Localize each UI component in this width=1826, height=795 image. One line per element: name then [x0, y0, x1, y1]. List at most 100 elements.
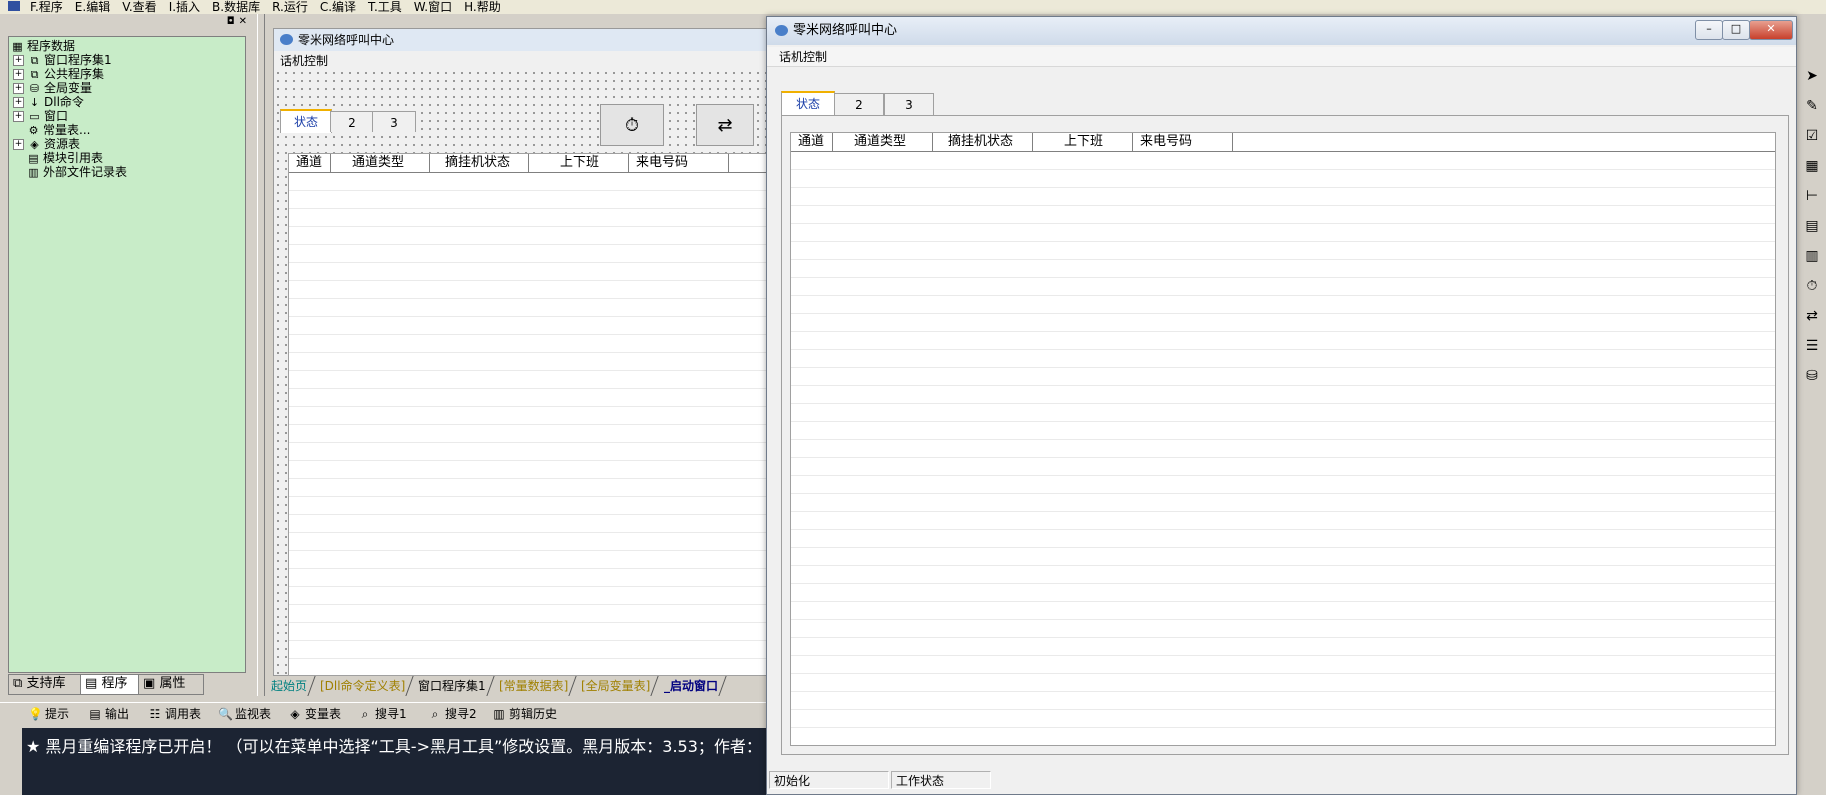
table-icon[interactable]: ▥ — [1802, 246, 1822, 266]
menu-phone-control[interactable]: 话机控制 — [779, 50, 827, 64]
col-channel-type[interactable]: 通道类型 — [331, 154, 430, 172]
design-tab-status[interactable]: 状态 — [280, 109, 332, 133]
component-toolbox: ➤ ✎ ☑ ▦ ⊢ ▤ ▥ ⏱ ⇄ ☰ ⛁ — [1795, 56, 1826, 656]
transfer-control[interactable]: ⇄ — [696, 104, 754, 146]
col-shift[interactable]: 上下班 — [529, 154, 629, 172]
output-tab[interactable]: ◈ 变量表 — [288, 703, 341, 725]
tab-page-status: 通道 通道类型 摘挂机状态 上下班 来电号码 — [781, 115, 1789, 755]
doc-tab[interactable]: [常量数据表] — [489, 676, 577, 696]
properties-icon: ▣ — [143, 676, 156, 691]
tab-program[interactable]: ▤ 程序 — [80, 674, 146, 695]
minimize-button[interactable]: – — [1695, 20, 1723, 40]
document-tabs: 起始页 [Dll命令定义表] 窗口程序集1 [常量数据表] [全局变量表] _启动窗口 — [265, 676, 770, 696]
menu-item[interactable]: T.工具 — [368, 0, 402, 14]
menu-item[interactable]: H.帮助 — [464, 0, 501, 14]
odbc-icon[interactable]: ⛁ — [1802, 366, 1822, 386]
designer-area: 零米网络呼叫中心 话机控制 状态 2 3 ⏱ ⇄ 通道 通道类型 摘挂机状态 上… — [265, 14, 772, 676]
menu-item[interactable]: E.编辑 — [75, 0, 110, 14]
design-form-menu: 话机控制 — [274, 51, 771, 71]
menu-item[interactable]: F.程序 — [30, 0, 63, 14]
checkbox-icon[interactable]: ☑ — [1802, 126, 1822, 146]
menu-item[interactable]: C.编译 — [320, 0, 356, 14]
transfer-tool-icon[interactable]: ⇄ — [1802, 306, 1822, 326]
menu-item[interactable]: R.运行 — [272, 0, 308, 14]
col-channel-type[interactable]: 通道类型 — [833, 133, 933, 151]
menu-item[interactable]: I.插入 — [169, 0, 200, 14]
tree-tool-icon[interactable]: ☰ — [1802, 336, 1822, 356]
timer-tool-icon[interactable]: ⏱ — [1802, 276, 1822, 296]
ruler-icon[interactable]: ⊢ — [1802, 186, 1822, 206]
doc-tab[interactable]: [全局变量表] — [571, 676, 660, 696]
clip-history-icon: ▥ — [493, 707, 505, 721]
col-hook-state[interactable]: 摘挂机状态 — [430, 154, 529, 172]
col-channel[interactable]: 通道 — [791, 133, 833, 151]
panel-controls[interactable]: ◘✕ — [227, 16, 251, 27]
hint-icon: 💡 — [28, 707, 43, 721]
output-message: ★ 黑月重编译程序已开启！ （可以在菜单中选择“工具->黑月工具”修改设置。黑月… — [26, 737, 762, 756]
tree-node-label: 窗口 — [44, 109, 69, 123]
col-channel[interactable]: 通道 — [289, 154, 331, 172]
output-tab[interactable]: 🔍 监视表 — [218, 703, 271, 725]
calendar-icon[interactable]: ▤ — [1802, 216, 1822, 236]
menu-items: F.程序 E.编辑 V.查看 I.插入 B.数据库 R.运行 C.编译 T.工具 W.窗口 H.帮… — [30, 0, 513, 14]
output-tab[interactable]: ⌕ 搜寻2 — [428, 703, 477, 725]
expand-icon[interactable]: + — [13, 97, 24, 108]
stopwatch-icon: ⏱ — [624, 114, 640, 136]
expand-icon[interactable]: + — [13, 111, 24, 122]
design-tab-3[interactable]: 3 — [372, 111, 416, 132]
design-form[interactable]: 零米网络呼叫中心 话机控制 状态 2 3 ⏱ ⇄ 通道 通道类型 摘挂机状态 上… — [273, 28, 772, 676]
phone-app-icon — [775, 25, 788, 36]
variable-icon: ◈ — [290, 707, 300, 721]
menu-phone-control[interactable]: 话机控制 — [280, 54, 328, 68]
tree-node-label: 外部文件记录表 — [43, 165, 128, 179]
doc-tab[interactable]: 窗口程序集1 — [408, 676, 495, 696]
output-tab[interactable]: ▤ 输出 — [88, 703, 129, 725]
app-logo-icon — [8, 1, 20, 11]
tree-node[interactable]: ▥ 外部文件记录表 — [27, 164, 127, 180]
col-caller-id[interactable]: 来电号码 — [1133, 133, 1233, 151]
search2-icon: ⌕ — [431, 707, 439, 721]
maximize-button[interactable]: □ — [1722, 20, 1750, 40]
tree-node-label: 模块引用表 — [43, 151, 104, 165]
panel-splitter[interactable] — [257, 14, 265, 696]
output-tab[interactable]: ☷ 调用表 — [148, 703, 201, 725]
output-tab[interactable]: ⌕ 搜寻1 — [358, 703, 407, 725]
doc-tab[interactable]: _启动窗口 — [654, 676, 727, 696]
tab-support-library[interactable]: ⧉ 支持库 — [8, 674, 88, 695]
window-titlebar[interactable]: 零米网络呼叫中心 – □ ✕ — [767, 17, 1796, 45]
call-center-window: 零米网络呼叫中心 – □ ✕ 话机控制 状态 2 3 通道 通道类型 摘挂机状态… — [766, 16, 1797, 795]
expand-icon[interactable]: + — [13, 83, 24, 94]
close-button[interactable]: ✕ — [1749, 20, 1793, 40]
output-tab[interactable]: 💡 提示 — [28, 703, 69, 725]
search1-icon: ⌕ — [361, 707, 369, 721]
transfer-icon: ⇄ — [717, 114, 733, 136]
expand-icon[interactable]: + — [13, 139, 24, 150]
tree-node-label: 常量表... — [43, 123, 91, 137]
col-caller-id[interactable]: 来电号码 — [629, 154, 729, 172]
grid-control-icon[interactable]: ▦ — [1802, 156, 1822, 176]
pointer-icon[interactable]: ➤ — [1802, 66, 1822, 86]
menu-item[interactable]: B.数据库 — [212, 0, 260, 14]
edit-box-icon[interactable]: ✎ — [1802, 96, 1822, 116]
window-title: 零米网络呼叫中心 — [793, 23, 898, 38]
status-init: 初始化 — [769, 771, 889, 789]
output-tab[interactable]: ▥ 剪辑历史 — [492, 703, 557, 725]
col-shift[interactable]: 上下班 — [1033, 133, 1133, 151]
doc-tab[interactable]: 起始页 — [265, 676, 316, 696]
channel-grid[interactable]: 通道 通道类型 摘挂机状态 上下班 来电号码 — [790, 132, 1776, 746]
program-tree[interactable]: ▦ 程序数据 + ⧉ 窗口程序集1 + ⧉ 公共程序集 + ⛁ 全局变量 + ↓ Dll命令 + ▭ 窗口 ⚙ 常… — [8, 36, 246, 673]
timer-control[interactable]: ⏱ — [600, 104, 664, 146]
expand-icon[interactable]: + — [13, 69, 24, 80]
tab-properties[interactable]: ▣ 属性 — [138, 674, 204, 695]
tab-2[interactable]: 2 — [834, 93, 884, 116]
menu-item[interactable]: W.窗口 — [414, 0, 452, 14]
maximize-icon: □ — [1730, 22, 1742, 35]
doc-tab[interactable]: [Dll命令定义表] — [310, 676, 414, 696]
design-tab-2[interactable]: 2 — [330, 111, 374, 132]
tab-3[interactable]: 3 — [884, 93, 934, 116]
menu-item[interactable]: V.查看 — [122, 0, 156, 14]
expand-icon[interactable]: + — [13, 55, 24, 66]
output-tabs: 💡 提示 ▤ 输出 ☷ 调用表 🔍 监视表 ◈ 变量表 ⌕ 搜寻1 ⌕ 搜寻2 ▥ 剪辑历史 — [0, 702, 770, 724]
col-hook-state[interactable]: 摘挂机状态 — [933, 133, 1033, 151]
tab-status[interactable]: 状态 — [781, 91, 835, 117]
